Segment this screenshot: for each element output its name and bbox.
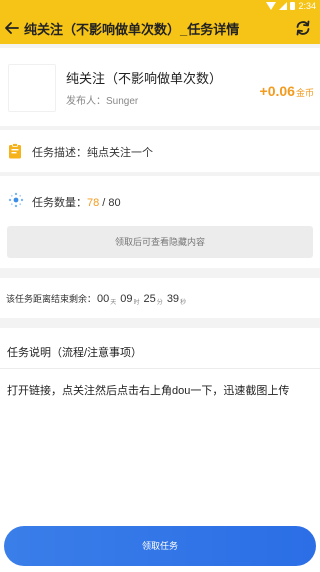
back-arrow-icon[interactable]	[4, 20, 20, 36]
countdown-minutes: 25	[143, 293, 156, 305]
task-quantity-card: 任务数量：78 / 80 领取后可查看隐藏内容	[0, 176, 320, 268]
quantity-label: 任务数量：	[32, 197, 87, 209]
countdown-seconds: 39	[166, 293, 180, 305]
status-icons: 2:34	[266, 0, 316, 12]
countdown-timer: 该任务距离结束剩余：00天 09时 25分 39秒	[6, 292, 189, 306]
signal-icon	[279, 2, 288, 10]
task-publisher: 发布人：Sunger	[66, 96, 139, 107]
app-bar: 纯关注（不影响做单次数）_任务详情	[0, 12, 320, 44]
reward-value: +0.06	[259, 83, 295, 99]
refresh-icon[interactable]	[294, 19, 312, 37]
countdown-label: 该任务距离结束剩余：	[6, 294, 97, 304]
reward-unit: 金币	[295, 88, 314, 98]
page-title: 纯关注（不影响做单次数）_任务详情	[24, 22, 240, 37]
notes-title: 任务说明（流程/注意事项）	[7, 347, 143, 359]
task-quantity: 任务数量：78 / 80	[32, 194, 121, 210]
status-bar: 2:34	[0, 0, 320, 12]
sparkle-icon	[8, 192, 24, 208]
wifi-icon	[266, 2, 277, 10]
task-name: 纯关注（不影响做单次数）	[66, 71, 223, 86]
notes-divider	[0, 368, 320, 369]
task-header-card: 纯关注（不影响做单次数） 发布人：Sunger +0.06金币	[0, 48, 320, 126]
clipboard-icon	[9, 143, 21, 159]
battery-icon	[290, 2, 296, 10]
quantity-done: 78	[87, 197, 100, 209]
countdown-seconds-unit: 秒	[180, 300, 187, 306]
notes-body: 打开链接，点关注然后点击右上角dou一下，迅速截图上传	[7, 385, 290, 397]
hidden-content-placeholder: 领取后可查看隐藏内容	[7, 226, 313, 258]
task-description: 任务描述：纯点关注一个	[32, 147, 153, 159]
countdown-card: 该任务距离结束剩余：00天 09时 25分 39秒	[0, 278, 320, 318]
task-thumbnail	[8, 64, 56, 112]
quantity-total: 80	[108, 197, 121, 209]
countdown-hours-unit: 时	[133, 300, 140, 306]
status-time: 2:34	[298, 1, 316, 11]
countdown-minutes-unit: 分	[156, 300, 163, 306]
countdown-hours: 09	[120, 293, 133, 305]
task-description-card: 任务描述：纯点关注一个	[0, 130, 320, 172]
accept-task-button[interactable]: 领取任务	[4, 526, 316, 566]
reward-amount: +0.06金币	[260, 83, 314, 101]
countdown-days: 00	[97, 293, 110, 305]
countdown-days-unit: 天	[110, 300, 117, 306]
